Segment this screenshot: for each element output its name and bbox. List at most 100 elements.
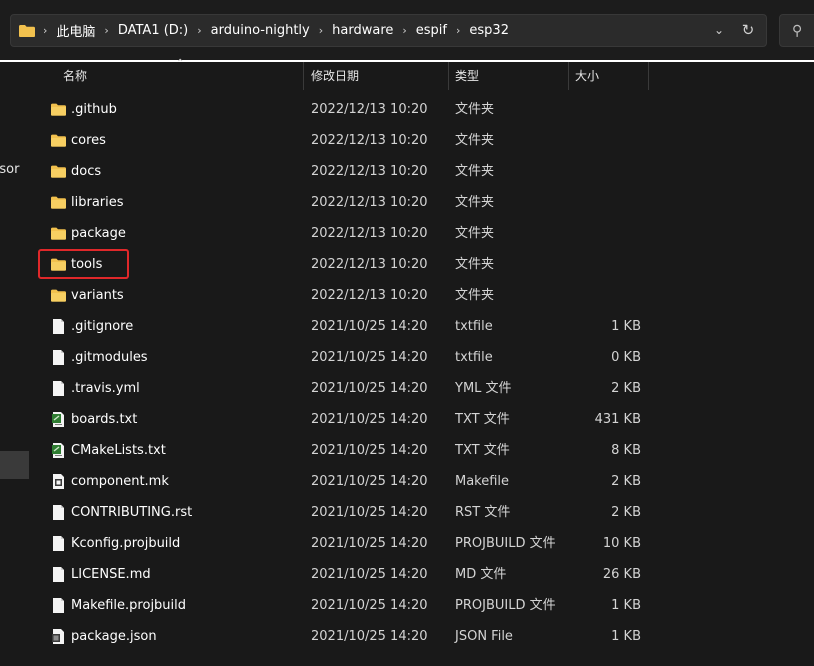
file-row[interactable]: docs 2022/12/13 10:20 文件夹 — [33, 156, 814, 187]
folder-icon — [50, 132, 67, 149]
file-icon — [50, 597, 67, 614]
file-icon — [50, 535, 67, 552]
file-row[interactable]: boards.txt 2021/10/25 14:20 TXT 文件 431 KB — [33, 404, 814, 435]
file-name: CMakeLists.txt — [71, 443, 166, 458]
file-size: 26 KB — [602, 567, 641, 582]
file-date: 2021/10/25 14:20 — [311, 629, 428, 644]
file-size — [568, 125, 641, 156]
breadcrumb-item[interactable]: espif — [408, 23, 455, 38]
file-date: 2022/12/13 10:20 — [311, 133, 428, 148]
file-date: 2021/10/25 14:20 — [311, 536, 428, 551]
file-icon — [50, 380, 67, 397]
search-input[interactable]: ⚲ — [779, 14, 814, 47]
json-file-icon — [50, 628, 67, 645]
file-name: Kconfig.projbuild — [71, 536, 181, 551]
file-row[interactable]: CMakeLists.txt 2021/10/25 14:20 TXT 文件 8 KB — [33, 435, 814, 466]
nav-item-selected[interactable] — [0, 451, 29, 479]
file-type: PROJBUILD 文件 — [455, 536, 556, 551]
file-type: 文件夹 — [455, 226, 495, 241]
breadcrumb-item[interactable]: hardware — [324, 23, 401, 38]
file-row[interactable]: component.mk 2021/10/25 14:20 Makefile 2 KB — [33, 466, 814, 497]
file-date: 2022/12/13 10:20 — [311, 257, 428, 272]
navigation-pane: ersor :) — [0, 62, 29, 666]
file-row[interactable]: .gitmodules 2021/10/25 14:20 txtfile 0 KB — [33, 342, 814, 373]
column-header-type[interactable]: 类型 — [455, 62, 479, 90]
file-type: MD 文件 — [455, 567, 507, 582]
file-size: 1 KB — [611, 598, 641, 613]
file-row[interactable]: libraries 2022/12/13 10:20 文件夹 — [33, 187, 814, 218]
file-row[interactable]: package.json 2021/10/25 14:20 JSON File 1 K… — [33, 621, 814, 652]
folder-icon — [50, 194, 67, 211]
file-row[interactable]: variants 2022/12/13 10:20 文件夹 — [33, 280, 814, 311]
highlight-annotation — [38, 249, 129, 279]
file-date: 2022/12/13 10:20 — [311, 195, 428, 210]
file-row[interactable]: .github 2022/12/13 10:20 文件夹 — [33, 94, 814, 125]
breadcrumb-item[interactable]: esp32 — [461, 23, 517, 38]
file-name: cores — [71, 133, 106, 148]
column-divider[interactable] — [303, 62, 304, 90]
folder-icon — [50, 287, 67, 304]
file-type: TXT 文件 — [455, 443, 510, 458]
search-icon: ⚲ — [792, 23, 803, 39]
column-divider[interactable] — [568, 62, 569, 90]
sort-ascending-icon: ⌃ — [176, 58, 185, 69]
column-header-size[interactable]: 大小 — [575, 62, 599, 90]
file-date: 2021/10/25 14:20 — [311, 381, 428, 396]
file-name: package.json — [71, 629, 157, 644]
column-header-date[interactable]: 修改日期 — [311, 62, 359, 90]
file-name: boards.txt — [71, 412, 138, 427]
file-size: 1 KB — [611, 319, 641, 334]
file-type: 文件夹 — [455, 195, 495, 210]
address-toolbar: › 此电脑 › DATA1 (D:) › arduino-nightly › hardware… — [0, 0, 814, 60]
file-size — [568, 94, 641, 125]
file-row[interactable]: LICENSE.md 2021/10/25 14:20 MD 文件 26 KB — [33, 559, 814, 590]
file-date: 2022/12/13 10:20 — [311, 226, 428, 241]
file-type: TXT 文件 — [455, 412, 510, 427]
folder-icon — [50, 101, 67, 118]
file-icon — [50, 504, 67, 521]
file-type: 文件夹 — [455, 257, 495, 272]
file-size: 2 KB — [611, 474, 641, 489]
file-name: .github — [71, 102, 117, 117]
breadcrumb-item[interactable]: DATA1 (D:) — [110, 23, 196, 38]
file-date: 2022/12/13 10:20 — [311, 288, 428, 303]
file-type: 文件夹 — [455, 164, 495, 179]
file-row[interactable]: Kconfig.projbuild 2021/10/25 14:20 PROJBUI… — [33, 528, 814, 559]
column-header-name[interactable]: 名称 — [63, 62, 87, 90]
file-date: 2021/10/25 14:20 — [311, 567, 428, 582]
file-size: 8 KB — [611, 443, 641, 458]
breadcrumb-item[interactable]: 此电脑 — [48, 21, 103, 40]
file-name: Makefile.projbuild — [71, 598, 187, 613]
address-bar[interactable]: › 此电脑 › DATA1 (D:) › arduino-nightly › hardware… — [10, 14, 767, 47]
folder-icon — [50, 163, 67, 180]
file-name: component.mk — [71, 474, 169, 489]
file-type: RST 文件 — [455, 505, 511, 520]
file-icon — [50, 566, 67, 583]
file-date: 2021/10/25 14:20 — [311, 505, 428, 520]
file-row[interactable]: cores 2022/12/13 10:20 文件夹 — [33, 125, 814, 156]
file-row[interactable]: .travis.yml 2021/10/25 14:20 YML 文件 2 KB — [33, 373, 814, 404]
file-row[interactable]: CONTRIBUTING.rst 2021/10/25 14:20 RST 文件 2 … — [33, 497, 814, 528]
file-row[interactable]: tools 2022/12/13 10:20 文件夹 — [33, 249, 814, 280]
file-size — [568, 218, 641, 249]
file-name: docs — [71, 164, 102, 179]
file-name: libraries — [71, 195, 124, 210]
folder-icon — [50, 225, 67, 242]
file-type: txtfile — [455, 319, 493, 334]
file-name: .gitignore — [71, 319, 134, 334]
file-type: Makefile — [455, 474, 510, 489]
file-row[interactable]: .gitignore 2021/10/25 14:20 txtfile 1 KB — [33, 311, 814, 342]
file-row[interactable]: package 2022/12/13 10:20 文件夹 — [33, 218, 814, 249]
column-divider[interactable] — [448, 62, 449, 90]
refresh-icon[interactable]: ↻ — [740, 22, 756, 38]
column-divider[interactable] — [648, 62, 649, 90]
file-type: PROJBUILD 文件 — [455, 598, 556, 613]
nav-item-label[interactable]: ersor — [0, 162, 19, 177]
file-type: JSON File — [455, 629, 513, 644]
makefile-icon — [50, 473, 67, 490]
chevron-down-icon[interactable]: ⌄ — [712, 23, 726, 37]
file-date: 2022/12/13 10:20 — [311, 102, 428, 117]
folder-icon — [19, 24, 35, 37]
file-row[interactable]: Makefile.projbuild 2021/10/25 14:20 PROJBU… — [33, 590, 814, 621]
breadcrumb-item[interactable]: arduino-nightly — [203, 23, 318, 38]
